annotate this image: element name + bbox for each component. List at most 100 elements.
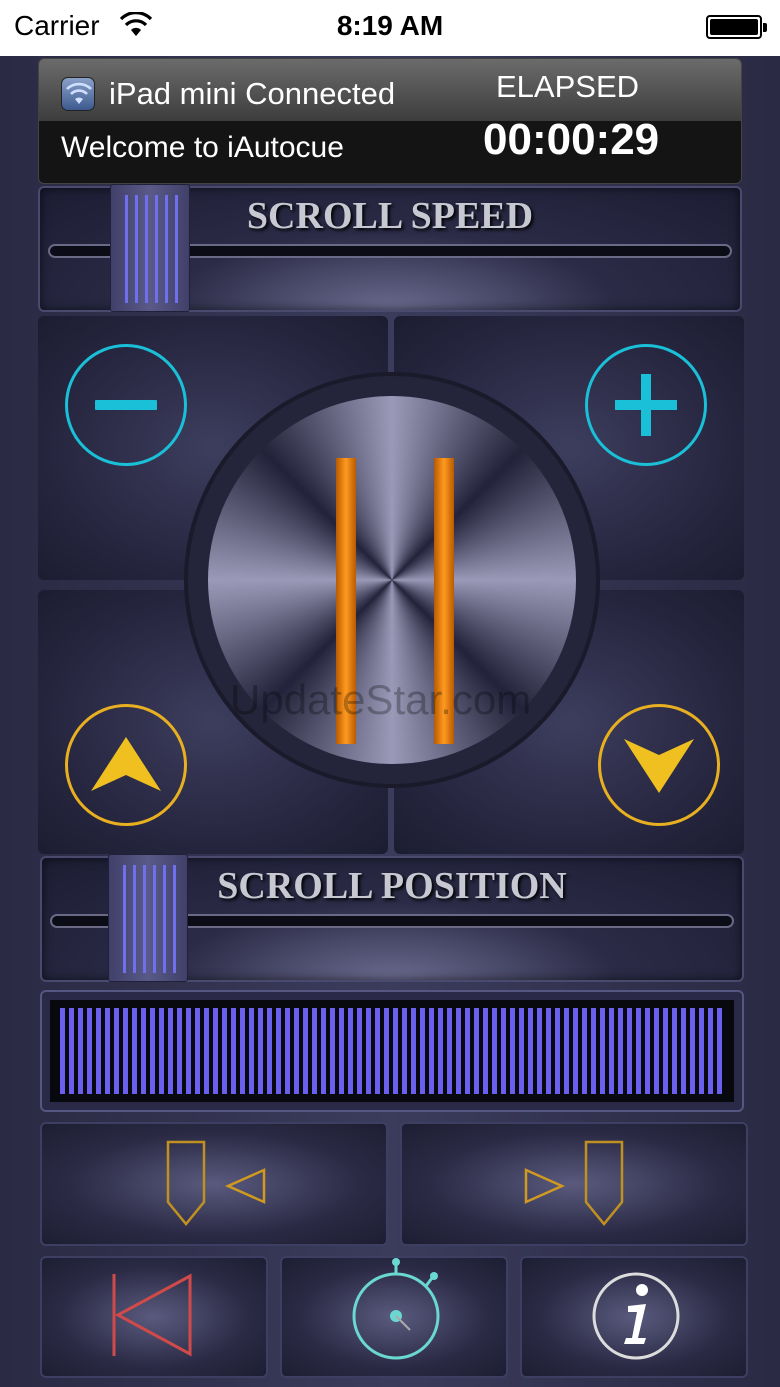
clock: 8:19 AM [336,10,444,41]
mark-left-button[interactable] [40,1122,388,1246]
jog-stripe [231,1008,236,1094]
scroll-speed-thumb[interactable] [110,184,190,312]
jog-stripe [663,1008,668,1094]
welcome-message: Welcome to iAutocue [61,131,344,164]
jog-stripe [384,1008,389,1094]
jog-stripe [258,1008,263,1094]
rewind-to-start-icon [112,1273,192,1357]
jog-stripe [177,1008,182,1094]
elapsed-label: ELAPSED [496,69,640,104]
jog-stripe [339,1008,344,1094]
scroll-position-thumb[interactable] [108,854,188,982]
jog-stripe [303,1008,308,1094]
jog-stripe [456,1008,461,1094]
jog-stripe [186,1008,191,1094]
timer-icon [352,1258,440,1360]
jog-stripe [411,1008,416,1094]
jog-scrubber-stripes[interactable] [50,1000,734,1102]
control-area [38,316,744,854]
elapsed-timer: 00:00:29 [483,115,660,164]
jog-stripe [159,1008,164,1094]
jog-stripe [330,1008,335,1094]
jog-stripe [132,1008,137,1094]
jog-stripe [699,1008,704,1094]
jog-stripe [267,1008,272,1094]
jog-stripe [114,1008,119,1094]
info-icon [592,1272,680,1360]
jog-stripe [321,1008,326,1094]
jog-stripe [708,1008,713,1094]
jog-stripe [573,1008,578,1094]
jog-stripe [402,1008,407,1094]
decrease-speed-button[interactable] [65,344,187,466]
jog-stripe [555,1008,560,1094]
jog-stripe [474,1008,479,1094]
jog-stripe [123,1008,128,1094]
jog-stripe [429,1008,434,1094]
jog-stripe [609,1008,614,1094]
jog-stripe [483,1008,488,1094]
jog-stripe [285,1008,290,1094]
jog-stripe [717,1008,722,1094]
jog-stripe [510,1008,515,1094]
plus-icon [615,374,677,436]
jog-stripe [87,1008,92,1094]
jog-stripe [276,1008,281,1094]
jog-stripe [348,1008,353,1094]
wifi-badge-icon [61,77,95,111]
jog-stripe [60,1008,65,1094]
jog-stripe [600,1008,605,1094]
jog-stripe [375,1008,380,1094]
rewind-to-start-button[interactable] [40,1256,268,1378]
jog-stripe [96,1008,101,1094]
jog-stripe [78,1008,83,1094]
jog-stripe [393,1008,398,1094]
jog-stripe [618,1008,623,1094]
jog-stripe [519,1008,524,1094]
mark-right-icon [524,1140,624,1226]
jog-stripe [222,1008,227,1094]
jog-stripe [681,1008,686,1094]
down-arrow-icon [624,739,694,793]
jog-stripe [438,1008,443,1094]
jog-stripe [249,1008,254,1094]
info-button[interactable] [520,1256,748,1378]
scroll-up-button[interactable] [65,704,187,826]
jog-scrubber[interactable] [40,990,744,1112]
jog-stripe [69,1008,74,1094]
minus-icon [95,400,157,410]
status-bar: Carrier 8:19 AM [0,0,780,56]
timer-button[interactable] [280,1256,508,1378]
jog-stripe [465,1008,470,1094]
jog-stripe [591,1008,596,1094]
up-arrow-icon [91,737,161,791]
jog-stripe [150,1008,155,1094]
scroll-position-slider[interactable]: SCROLL POSITION [40,854,744,982]
jog-stripe [564,1008,569,1094]
jog-stripe [654,1008,659,1094]
watermark: UpdateStar.com [230,676,532,723]
jog-stripe [627,1008,632,1094]
play-pause-ring [184,372,600,788]
scroll-speed-slider[interactable]: SCROLL SPEED [38,184,742,312]
jog-stripe [204,1008,209,1094]
jog-stripe [645,1008,650,1094]
jog-stripe [366,1008,371,1094]
jog-stripe [240,1008,245,1094]
jog-stripe [195,1008,200,1094]
mark-right-button[interactable] [400,1122,748,1246]
increase-speed-button[interactable] [585,344,707,466]
jog-stripe [105,1008,110,1094]
connection-info-panel: iPad mini Connected ELAPSED Welcome to i… [38,58,742,184]
jog-stripe [492,1008,497,1094]
jog-stripe [537,1008,542,1094]
scroll-down-button[interactable] [598,704,720,826]
jog-stripe [213,1008,218,1094]
mark-left-icon [166,1140,266,1226]
jog-stripe [141,1008,146,1094]
jog-stripe [528,1008,533,1094]
jog-stripe [294,1008,299,1094]
connection-status: iPad mini Connected [109,76,396,111]
jog-stripe [312,1008,317,1094]
jog-stripe [690,1008,695,1094]
